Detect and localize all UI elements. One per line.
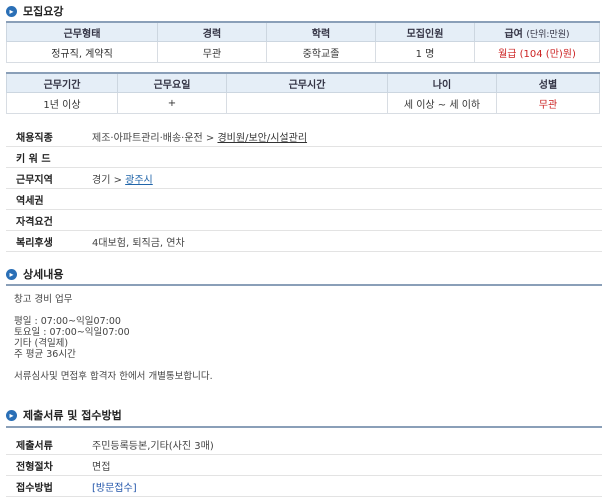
- header-gender: 성별: [496, 72, 600, 93]
- header-period: 근무기간: [6, 72, 118, 93]
- detail-line-blank: [14, 305, 213, 316]
- section-bullet-icon: ▸: [6, 409, 17, 421]
- submit-value: 주민등록등본,기타(사진 3매): [92, 440, 214, 452]
- cell-work-type: 정규직, 계약직: [6, 41, 158, 63]
- header-career: 경력: [157, 21, 267, 42]
- submit-label: 전형절차: [16, 461, 53, 473]
- region-link[interactable]: 광주시: [125, 175, 153, 186]
- section-bullet-icon: ▸: [6, 268, 17, 280]
- detail-line: 주 평균 36시간: [14, 349, 76, 360]
- header-worktime: 근무시간: [226, 72, 388, 93]
- info-value: 4대보험, 퇴직금, 연차: [92, 237, 185, 249]
- detail-line: 평일 : 07:00~익일07:00: [14, 316, 121, 327]
- info-row-station: 역세권: [6, 189, 602, 210]
- section-title-recruit: ▸ 모집요강: [6, 3, 63, 19]
- cell-career: 무관: [157, 41, 267, 63]
- section-bullet-icon: ▸: [6, 5, 17, 17]
- info-value: 제조·아파트관리·배송·운전 > 경비원/보안/시설관리: [92, 129, 307, 144]
- submit-row-method: 접수방법 [방문접수]: [6, 476, 602, 497]
- submit-label: 접수방법: [16, 482, 53, 494]
- info-label: 근무지역: [16, 174, 53, 186]
- recruit-table-1: 근무형태 경력 학력 모집인원 급여 (단위:만원) 정규직, 계약직 무관 중…: [6, 21, 600, 63]
- section-title-text: 모집요강: [23, 5, 64, 18]
- submit-info-list: 제출서류 주민등록등본,기타(사진 3매) 전형절차 면접 접수방법 [방문접수…: [6, 434, 602, 497]
- cell-workdays: +: [117, 92, 227, 114]
- header-age: 나이: [387, 72, 497, 93]
- region-prefix: 경기 >: [92, 174, 122, 186]
- cell-gender: 무관: [496, 92, 600, 114]
- info-row-qualification: 자격요건: [6, 210, 602, 231]
- section-title-detail: ▸ 상세내용: [6, 266, 63, 282]
- cell-education: 중학교졸: [266, 41, 376, 63]
- job-category-link[interactable]: 경비원/보안/시설관리: [217, 133, 307, 144]
- cell-headcount: 1 명: [375, 41, 475, 63]
- header-salary: 급여 (단위:만원): [474, 21, 600, 42]
- job-category-prefix: 제조·아파트관리·배송·운전 >: [92, 132, 215, 144]
- salary-unit: (단위:만원): [526, 29, 570, 40]
- submit-value: 면접: [92, 461, 111, 473]
- info-label: 채용직종: [16, 132, 53, 144]
- section-title-submit: ▸ 제출서류 및 접수방법: [6, 407, 122, 423]
- header-education: 학력: [266, 21, 376, 42]
- detail-line: 창고 경비 업무: [14, 294, 73, 305]
- section-title-text: 상세내용: [23, 268, 64, 281]
- info-value: 경기 > 광주시: [92, 171, 153, 186]
- submit-value: [방문접수]: [92, 482, 137, 494]
- recruit-table-2: 근무기간 근무요일 근무시간 나이 성별 1년 이상 + 세 이상 ~ 세 이하…: [6, 72, 600, 114]
- header-salary-text: 급여: [504, 28, 523, 40]
- header-workdays: 근무요일: [117, 72, 227, 93]
- info-label: 자격요건: [16, 216, 53, 228]
- section-title-text: 제출서류 및 접수방법: [23, 409, 122, 422]
- detail-line: 서류심사및 면접후 합격자 한에서 개별통보합니다.: [14, 371, 213, 382]
- header-work-type: 근무형태: [6, 21, 158, 42]
- header-headcount: 모집인원: [375, 21, 475, 42]
- info-row-job: 채용직종 제조·아파트관리·배송·운전 > 경비원/보안/시설관리: [6, 126, 602, 147]
- submit-row-process: 전형절차 면접: [6, 455, 602, 476]
- submit-label: 제출서류: [16, 440, 53, 452]
- info-label: 복리후생: [16, 237, 53, 249]
- info-row-keyword: 키 워 드: [6, 147, 602, 168]
- detail-line: 기타 (격일제): [14, 338, 69, 349]
- cell-age: 세 이상 ~ 세 이하: [387, 92, 497, 114]
- divider: [6, 284, 602, 286]
- info-label: 역세권: [16, 195, 44, 207]
- detail-content: 창고 경비 업무 평일 : 07:00~익일07:00 토요일 : 07:00~…: [14, 294, 213, 382]
- info-row-welfare: 복리후생 4대보험, 퇴직금, 연차: [6, 231, 602, 252]
- detail-line: 토요일 : 07:00~익일07:00: [14, 327, 130, 338]
- cell-salary: 월급 (104 (만)원): [474, 41, 600, 63]
- cell-worktime: [226, 92, 388, 114]
- info-row-region: 근무지역 경기 > 광주시: [6, 168, 602, 189]
- divider: [6, 426, 602, 428]
- info-label: 키 워 드: [16, 153, 51, 165]
- cell-period: 1년 이상: [6, 92, 118, 114]
- recruit-info-list: 채용직종 제조·아파트관리·배송·운전 > 경비원/보안/시설관리 키 워 드 …: [6, 126, 602, 252]
- submit-row-docs: 제출서류 주민등록등본,기타(사진 3매): [6, 434, 602, 455]
- detail-line-blank: [14, 360, 213, 371]
